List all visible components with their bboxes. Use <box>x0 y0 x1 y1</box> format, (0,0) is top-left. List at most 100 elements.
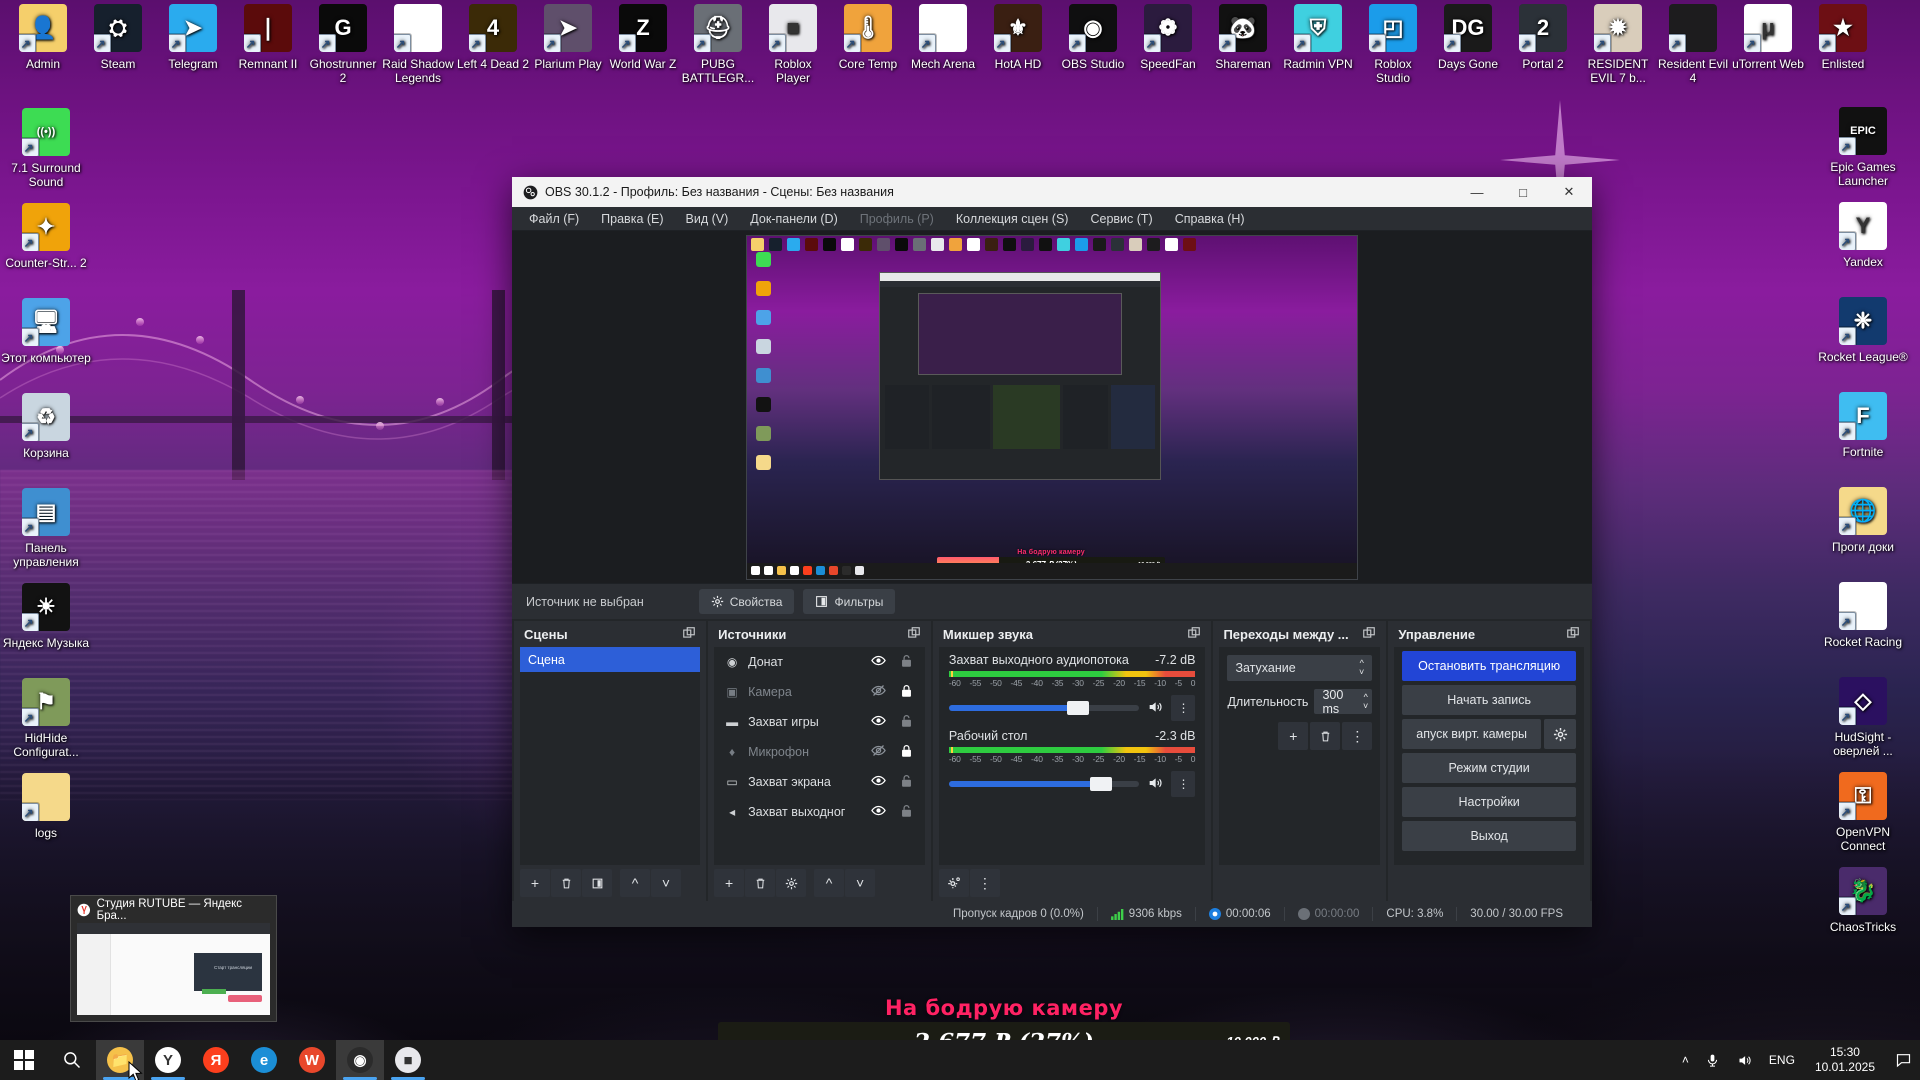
source-properties-button[interactable]: Свойства <box>698 589 795 614</box>
control-button-5[interactable]: Настройки <box>1402 787 1576 817</box>
mixer-channel-list[interactable]: Захват выходного аудиопотока -7.2 dB -60 -5… <box>938 647 1206 865</box>
start-virtual-camera-button[interactable]: апуск вирт. камеры <box>1402 719 1541 749</box>
mixer-menu-button[interactable]: ⋮ <box>969 869 1000 897</box>
eye-hidden-icon[interactable] <box>869 743 889 761</box>
duplicate-scene-button[interactable] <box>582 869 612 897</box>
control-button-2[interactable]: Начать запись <box>1402 685 1576 715</box>
thumbnail-image[interactable]: Старт трансляции <box>77 923 270 1015</box>
obs-menu-bar[interactable]: Файл (F) Правка (E) Вид (V) Док-панели (D) П… <box>512 207 1592 231</box>
lock-open-icon[interactable] <box>897 654 917 671</box>
taskbar-item-file-explorer[interactable]: 📁 <box>96 1040 144 1080</box>
remove-scene-button[interactable] <box>551 869 581 897</box>
desktop-icon-epic-games-icon[interactable]: EPIC ↗ Epic Games Launcher <box>1817 107 1909 188</box>
microphone-icon[interactable] <box>1697 1040 1728 1080</box>
control-button-6[interactable]: Выход <box>1402 821 1576 851</box>
float-dock-icon[interactable] <box>682 626 696 643</box>
obs-title-bar[interactable]: OBS 30.1.2 - Профиль: Без названия - Сце… <box>512 177 1592 207</box>
volume-icon[interactable] <box>1146 775 1164 794</box>
obs-preview-container[interactable]: На бодрую камеру 2 677 ₽ (27%) 10 000 ₽ <box>512 231 1592 583</box>
taskbar-thumbnail-popup[interactable]: Студия RUTUBE — Яндекс Бра... Старт тран… <box>70 895 277 1022</box>
desktop-icon-roblox-player-icon[interactable]: ■ ↗ Roblox Player <box>756 4 830 85</box>
mixer-volume-slider[interactable] <box>948 701 1140 715</box>
desktop-icon-document-icon[interactable]: ↗ Rocket Racing <box>1817 582 1909 649</box>
desktop-icon-remnant-2-icon[interactable]: ❘ ↗ Remnant II <box>231 4 305 71</box>
transition-menu-button[interactable]: ⋮ <box>1342 722 1373 750</box>
desktop-icon-this-pc-icon[interactable]: 🖥 ↗ Этот компьютер <box>0 298 92 365</box>
source-list-item[interactable]: ▣ Камера <box>714 677 925 707</box>
desktop-icon-days-gone-icon[interactable]: DG ↗ Days Gone <box>1431 4 1505 71</box>
mixer-channel[interactable]: Рабочий стол -2.3 dB -60 -55 -50 -45 -40 -35 -30… <box>939 723 1206 799</box>
taskbar-item-roblox[interactable]: ■ <box>384 1040 432 1080</box>
volume-icon[interactable] <box>1146 699 1164 718</box>
mixer-volume-slider[interactable] <box>948 777 1140 791</box>
volume-icon[interactable] <box>1728 1040 1761 1080</box>
control-button-1[interactable]: Остановить трансляцию <box>1402 651 1576 681</box>
move-source-up-button[interactable]: ^ <box>814 869 845 897</box>
menu-item-2[interactable]: Правка (E) <box>590 209 674 229</box>
desktop-icon-folder-user-icon[interactable]: 👤 ↗ Admin <box>6 4 80 71</box>
desktop-icon-hudsight-icon[interactable]: ◇ ↗ HudSight - оверлей ... <box>1817 677 1909 758</box>
menu-item-5[interactable]: Профиль (P) <box>849 209 945 229</box>
advanced-audio-properties-button[interactable] <box>938 869 969 897</box>
add-scene-button[interactable]: + <box>520 869 550 897</box>
window-maximize-button[interactable]: □ <box>1500 177 1546 207</box>
desktop-icon-obs-studio-icon[interactable]: ◉ ↗ OBS Studio <box>1056 4 1130 71</box>
virtual-camera-settings-gear-icon[interactable] <box>1544 719 1576 749</box>
menu-item-4[interactable]: Док-панели (D) <box>739 209 848 229</box>
taskbar-item-yandex-browser[interactable]: Y <box>144 1040 192 1080</box>
desktop-icon-yandex-music-icon[interactable]: ☀ ↗ Яндекс Музыка <box>0 583 92 650</box>
menu-item-8[interactable]: Справка (H) <box>1164 209 1256 229</box>
windows-taskbar[interactable]: 📁 Y Яe W ◉ ■ ˄ ENG 15:30 10.01.2025 <box>0 1040 1920 1080</box>
desktop-icon-document-icon[interactable]: ↗ Raid Shadow Legends <box>381 4 455 85</box>
source-filters-button[interactable]: Фильтры <box>803 589 896 614</box>
lock-closed-icon[interactable] <box>897 744 917 761</box>
mixer-channel-menu-button[interactable]: ⋮ <box>1171 695 1196 721</box>
desktop-icon-fortnite-icon[interactable]: F ↗ Fortnite <box>1817 392 1909 459</box>
lock-open-icon[interactable] <box>897 774 917 791</box>
eye-visible-icon[interactable] <box>869 773 889 791</box>
desktop-icon-steam-icon[interactable]: ⛭ ↗ Steam <box>81 4 155 71</box>
source-properties-footer-button[interactable] <box>776 869 807 897</box>
desktop-icon-yandex-browser-icon[interactable]: Y ↗ Yandex <box>1817 202 1909 269</box>
desktop-icon-chaostricks-icon[interactable]: 🐉 ↗ ChaosTricks <box>1817 867 1909 934</box>
source-list-item[interactable]: ♦ Микрофон <box>714 737 925 767</box>
menu-item-1[interactable]: Файл (F) <box>518 209 590 229</box>
taskbar-item-wps-office[interactable]: W <box>288 1040 336 1080</box>
move-scene-down-button[interactable]: ˅ <box>651 869 681 897</box>
desktop-icon-folder-shared-icon[interactable]: 🌐 ↗ Проги доки <box>1817 487 1909 554</box>
controls-button-list[interactable]: Остановить трансляцию Начать запись апуск … <box>1394 647 1584 865</box>
control-button-4[interactable]: Режим студии <box>1402 753 1576 783</box>
taskbar-item-obs-studio[interactable]: ◉ <box>336 1040 384 1080</box>
desktop-icon-surround-sound-icon[interactable]: ((•)) ↗ 7.1 Surround Sound <box>0 108 92 189</box>
sources-list[interactable]: ◉ Донат ▣ Камера ▬ Захват игры ♦ Микрофон ▭ Захва… <box>714 647 925 865</box>
lock-open-icon[interactable] <box>897 714 917 731</box>
eye-visible-icon[interactable] <box>869 803 889 821</box>
desktop-icon-pubg-icon[interactable]: ⛑ ↗ PUBG BATTLEGR... <box>681 4 755 85</box>
lock-open-icon[interactable] <box>897 804 917 821</box>
source-list-item[interactable]: ◉ Донат <box>714 647 925 677</box>
menu-item-3[interactable]: Вид (V) <box>675 209 740 229</box>
desktop-icon-plarium-play-icon[interactable]: ➤ ↗ Plarium Play <box>531 4 605 71</box>
float-dock-icon[interactable] <box>907 626 921 643</box>
window-close-button[interactable]: ✕ <box>1546 177 1592 207</box>
spinner-arrows-icon[interactable]: ^ ˅ <box>1363 692 1368 711</box>
desktop-icon-speedfan-icon[interactable]: ❁ ↗ SpeedFan <box>1131 4 1205 71</box>
obs-preview-canvas[interactable]: На бодрую камеру 2 677 ₽ (27%) 10 000 ₽ <box>746 234 1358 580</box>
eye-hidden-icon[interactable] <box>869 683 889 701</box>
desktop-icon-openvpn-connect-icon[interactable]: ⚿ ↗ OpenVPN Connect <box>1817 772 1909 853</box>
source-list-item[interactable]: ◂ Захват выходног <box>714 797 925 827</box>
system-tray[interactable]: ˄ ENG 15:30 10.01.2025 <box>1674 1040 1920 1080</box>
desktop-icon-rocket-league-icon[interactable]: ❈ ↗ Rocket League® <box>1817 297 1909 364</box>
source-list-item[interactable]: ▬ Захват игры <box>714 707 925 737</box>
transition-duration-input[interactable]: 300 ms ^ ˅ <box>1314 688 1373 716</box>
desktop-icon-shareman-icon[interactable]: 🐼 ↗ Shareman <box>1206 4 1280 71</box>
desktop-icon-ghostrunner-2-icon[interactable]: G ↗ Ghostrunner 2 <box>306 4 380 85</box>
move-source-down-button[interactable]: ˅ <box>845 869 876 897</box>
scenes-list[interactable]: Сцена <box>520 647 701 865</box>
move-scene-up-button[interactable]: ^ <box>620 869 650 897</box>
desktop-icon-world-war-z-icon[interactable]: Z ↗ World War Z <box>606 4 680 71</box>
float-dock-icon[interactable] <box>1566 626 1580 643</box>
scene-list-item[interactable]: Сцена <box>520 647 701 672</box>
desktop-icon-resident-evil-4-icon[interactable]: ↗ Resident Evil 4 <box>1656 4 1730 85</box>
language-indicator[interactable]: ENG <box>1761 1040 1803 1080</box>
